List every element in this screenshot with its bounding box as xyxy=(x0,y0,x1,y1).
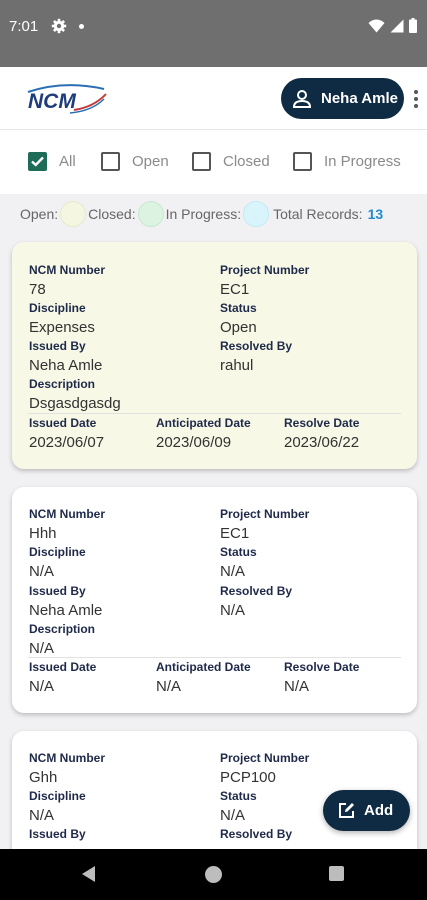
card-divider xyxy=(28,657,401,658)
status-value: N/A xyxy=(220,563,246,580)
filter-in-progress[interactable]: In Progress xyxy=(293,152,401,171)
status-label: Status xyxy=(220,301,257,315)
resolve-date-label: Resolve Date xyxy=(284,416,360,430)
description-label: Description xyxy=(29,377,96,391)
project-number-value: PCP100 xyxy=(220,769,276,786)
issued-by-value: Neha Amle xyxy=(29,602,103,619)
issued-date-value: N/A xyxy=(29,678,55,695)
person-icon xyxy=(292,89,312,108)
issued-date-value: 2023/06/07 xyxy=(29,434,105,451)
ncm-number-label: NCM Number xyxy=(29,507,106,521)
anticipated-date-label: Anticipated Date xyxy=(156,660,251,674)
notification-dot-icon xyxy=(79,24,84,29)
svg-text:NCM: NCM xyxy=(28,90,76,113)
filter-label: In Progress xyxy=(324,153,401,170)
ncm-record-card[interactable]: NCM Number 78 Project Number EC1 Discipl… xyxy=(12,242,417,469)
issued-by-label: Issued By xyxy=(29,339,86,353)
total-records-count: 13 xyxy=(367,206,384,222)
recent-apps-icon[interactable] xyxy=(329,866,344,881)
issued-by-label: Issued By xyxy=(29,827,86,841)
project-number-label: Project Number xyxy=(220,751,310,765)
anticipated-date-value: N/A xyxy=(156,678,182,695)
signal-icon xyxy=(390,19,404,32)
status-label: Status xyxy=(220,545,257,559)
ncm-record-card[interactable]: NCM Number Hhh Project Number EC1 Discip… xyxy=(12,487,417,713)
filter-closed[interactable]: Closed xyxy=(192,152,270,171)
checkbox-icon[interactable] xyxy=(192,152,211,171)
user-profile-button[interactable]: Neha Amle xyxy=(281,78,404,119)
back-icon[interactable] xyxy=(82,866,95,882)
description-label: Description xyxy=(29,622,96,636)
settings-gear-icon xyxy=(51,18,67,34)
ncm-number-label: NCM Number xyxy=(29,751,106,765)
ncm-number-value: 78 xyxy=(29,281,46,298)
anticipated-date-label: Anticipated Date xyxy=(156,416,251,430)
description-value: N/A xyxy=(29,640,55,657)
discipline-label: Discipline xyxy=(29,789,86,803)
card-divider xyxy=(28,413,401,414)
legend-closed-swatch xyxy=(137,201,164,227)
status-label: Status xyxy=(220,789,257,803)
resolve-date-value: 2023/06/22 xyxy=(284,434,360,451)
issued-date-label: Issued Date xyxy=(29,416,97,430)
status-filter-bar: All Open Closed In Progress xyxy=(0,129,427,194)
status-value: Open xyxy=(220,319,257,336)
home-icon[interactable] xyxy=(205,866,222,883)
total-records-label: Total Records: xyxy=(273,206,363,222)
resolved-by-value: rahul xyxy=(220,357,254,374)
status-time: 7:01 xyxy=(9,18,39,35)
navigation-bar xyxy=(0,849,427,900)
edit-icon xyxy=(339,803,354,818)
resolve-date-label: Resolve Date xyxy=(284,660,360,674)
issued-date-label: Issued Date xyxy=(29,660,97,674)
filter-label: Closed xyxy=(223,153,270,170)
app-header: NCM Neha Amle xyxy=(0,67,427,129)
resolved-by-label: Resolved By xyxy=(220,339,293,353)
legend-open-label: Open: xyxy=(20,206,59,222)
filter-open[interactable]: Open xyxy=(101,152,169,171)
legend-in-progress-swatch xyxy=(243,201,270,227)
status-value: N/A xyxy=(220,807,246,824)
project-number-value: EC1 xyxy=(220,525,250,542)
anticipated-date-value: 2023/06/09 xyxy=(156,434,232,451)
checkbox-icon[interactable] xyxy=(101,152,120,171)
legend-in-progress-label: In Progress: xyxy=(165,206,242,222)
checkbox-icon[interactable] xyxy=(293,152,312,171)
project-number-label: Project Number xyxy=(220,507,310,521)
ncm-number-value: Ghh xyxy=(29,769,58,786)
resolve-date-value: N/A xyxy=(284,678,310,695)
add-button-label: Add xyxy=(364,802,394,819)
discipline-value: N/A xyxy=(29,563,55,580)
status-legend: Open: Closed: In Progress: Total Records… xyxy=(20,201,383,227)
user-name: Neha Amle xyxy=(321,90,398,107)
filter-all[interactable]: All xyxy=(28,152,76,171)
battery-icon xyxy=(409,18,417,33)
wifi-icon xyxy=(368,19,385,32)
ncm-logo: NCM xyxy=(27,84,107,114)
project-number-label: Project Number xyxy=(220,263,310,277)
discipline-value: Expenses xyxy=(29,319,95,336)
resolved-by-label: Resolved By xyxy=(220,827,293,841)
status-bar: 7:01 xyxy=(0,0,427,67)
resolved-by-label: Resolved By xyxy=(220,584,293,598)
add-record-button[interactable]: Add xyxy=(323,790,410,831)
issued-by-value: Neha Amle xyxy=(29,357,103,374)
description-value: Dsgasdgasdg xyxy=(29,395,121,412)
legend-open-swatch xyxy=(60,201,87,227)
discipline-label: Discipline xyxy=(29,545,86,559)
ncm-number-label: NCM Number xyxy=(29,263,106,277)
filter-label: Open xyxy=(132,153,169,170)
filter-label: All xyxy=(59,153,76,170)
ncm-number-value: Hhh xyxy=(29,525,57,542)
checkbox-checked-icon[interactable] xyxy=(28,152,47,171)
project-number-value: EC1 xyxy=(220,281,250,298)
discipline-value: N/A xyxy=(29,807,55,824)
issued-by-label: Issued By xyxy=(29,584,86,598)
more-options-icon[interactable] xyxy=(410,87,422,111)
legend-closed-label: Closed: xyxy=(88,206,136,222)
resolved-by-value: N/A xyxy=(220,602,246,619)
discipline-label: Discipline xyxy=(29,301,86,315)
